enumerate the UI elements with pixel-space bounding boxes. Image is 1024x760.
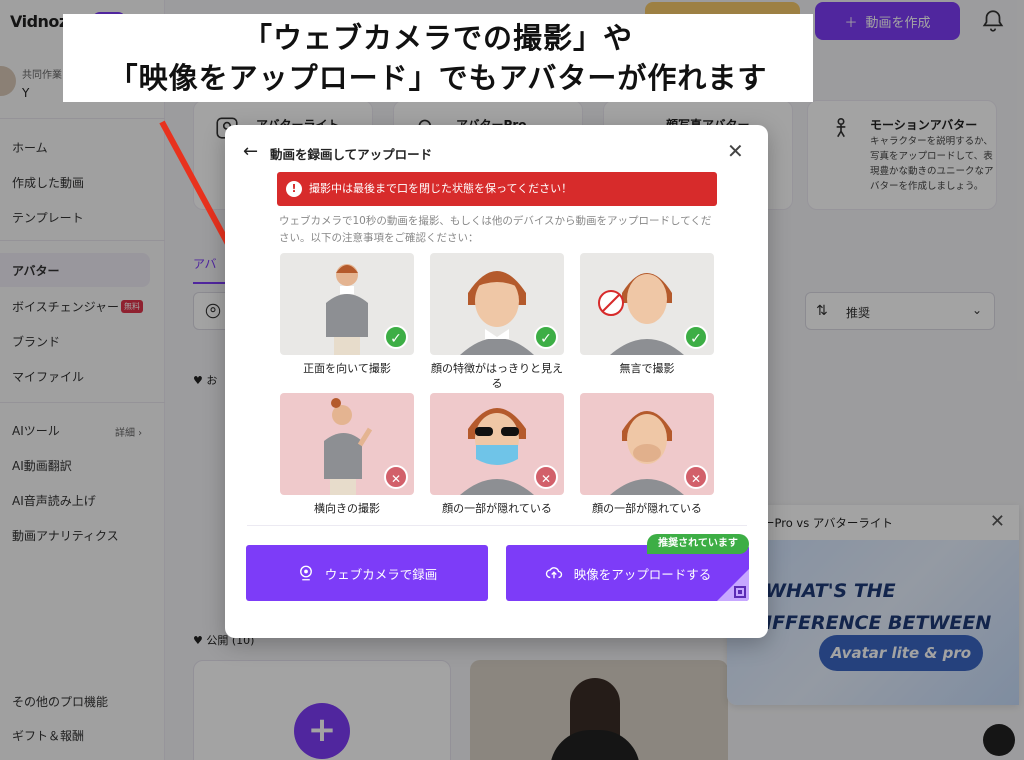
back-arrow-icon[interactable]: ←: [243, 141, 258, 162]
recommended-badge: 推奨されています: [647, 534, 749, 554]
example-front-facing: ✓: [280, 253, 414, 355]
x-icon: ✕: [534, 465, 558, 489]
annotation-line-1: 「ウェブカメラでの撮影」や: [242, 21, 633, 55]
close-icon[interactable]: ✕: [727, 139, 744, 163]
example-caption: 正面を向いて撮影: [303, 362, 391, 375]
qr-code-icon[interactable]: [717, 569, 749, 601]
check-icon: ✓: [384, 325, 408, 349]
dialog-title: 動画を録画してアップロード: [270, 147, 433, 162]
example-caption: 無言で撮影: [619, 362, 675, 375]
example-caption: 顔の一部が隠れている: [442, 502, 552, 515]
example-hand-covering: ✕: [580, 393, 714, 495]
warning-text: 撮影中は最後まで口を閉じた状態を保ってください！: [309, 182, 573, 195]
divider: [247, 525, 747, 526]
alert-icon: !: [286, 181, 302, 197]
example-mask-sunglasses: ✕: [430, 393, 564, 495]
webcam-icon: [299, 565, 312, 581]
annotation-line-2: 「映像をアップロード」でもアバターが作れます: [108, 61, 768, 95]
webcam-record-button[interactable]: ウェブカメラで録画: [246, 545, 488, 601]
example-side-view: ✕: [280, 393, 414, 495]
record-upload-dialog: ← 動画を録画してアップロード ✕ ! 撮影中は最後まで口を閉じた状態を保ってく…: [225, 125, 768, 638]
example-caption: 顔の一部が隠れている: [592, 502, 702, 515]
example-caption: 顔の特徴がはっきりと見える: [431, 362, 563, 390]
example-silent: ✓: [580, 253, 714, 355]
check-icon: ✓: [684, 325, 708, 349]
example-clear-features: ✓: [430, 253, 564, 355]
annotation-banner: 「ウェブカメラでの撮影」や 「映像をアップロード」でもアバターが作れます: [63, 14, 813, 102]
x-icon: ✕: [684, 465, 708, 489]
check-icon: ✓: [534, 325, 558, 349]
example-caption: 横向きの撮影: [314, 502, 380, 515]
cloud-upload-icon: [545, 567, 562, 579]
upload-video-label: 映像をアップロードする: [573, 566, 712, 582]
webcam-record-label: ウェブカメラで録画: [324, 566, 438, 582]
warning-banner: ! 撮影中は最後まで口を閉じた状態を保ってください！: [277, 172, 717, 206]
x-icon: ✕: [384, 465, 408, 489]
instruction-text: ウェブカメラで10秒の動画を撮影、もしくは他のデバイスから動画をアップロードして…: [279, 215, 712, 244]
